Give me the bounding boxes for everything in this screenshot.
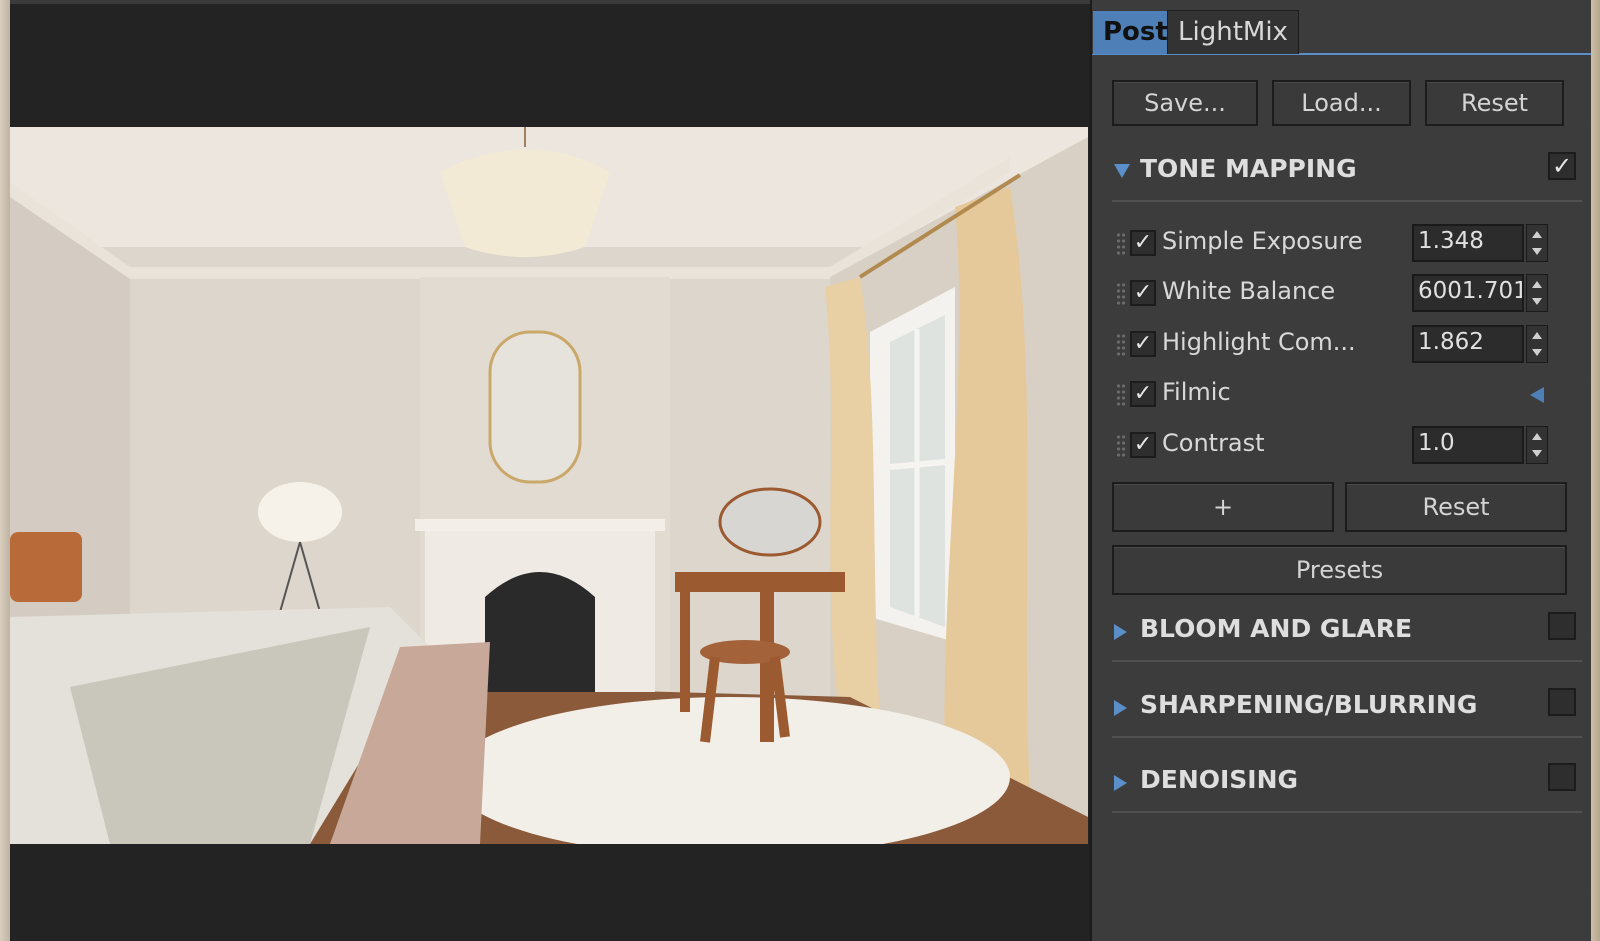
spinner-arrows-icon[interactable] bbox=[1526, 274, 1548, 312]
tone-mapping-title: TONE MAPPING bbox=[1140, 154, 1357, 183]
drag-handle-icon[interactable] bbox=[1116, 434, 1126, 458]
bloom-and-glare-enable-checkbox[interactable] bbox=[1548, 612, 1576, 640]
filmic-label: Filmic bbox=[1162, 378, 1231, 406]
viewport-left-edge bbox=[0, 0, 10, 941]
drag-handle-icon[interactable] bbox=[1116, 383, 1126, 407]
white-balance-value[interactable]: 6001.701 bbox=[1412, 274, 1524, 312]
sharpening-blurring-enable-checkbox[interactable] bbox=[1548, 688, 1576, 716]
spinner-arrows-icon[interactable] bbox=[1526, 426, 1548, 464]
denoising-header[interactable]: DENOISING bbox=[1112, 763, 1582, 813]
spinner-arrows-icon[interactable] bbox=[1526, 325, 1548, 363]
list-item-white-balance: ✓ White Balance 6001.701 bbox=[1112, 274, 1552, 314]
highlight-compression-label: Highlight Com... bbox=[1162, 328, 1356, 356]
white-balance-label: White Balance bbox=[1162, 277, 1336, 305]
contrast-spinner[interactable]: 1.0 bbox=[1412, 426, 1548, 464]
highlight-compression-checkbox[interactable]: ✓ bbox=[1130, 331, 1156, 357]
white-balance-spinner[interactable]: 6001.701 bbox=[1412, 274, 1548, 312]
load-button[interactable]: Load... bbox=[1272, 80, 1411, 126]
drag-handle-icon[interactable] bbox=[1116, 333, 1126, 357]
expand-triangle-icon[interactable] bbox=[1114, 700, 1127, 716]
render-viewport bbox=[0, 0, 1090, 941]
viewport-top-strip bbox=[10, 0, 1090, 4]
expand-triangle-icon[interactable] bbox=[1114, 624, 1127, 640]
panel-right-edge bbox=[1591, 0, 1600, 941]
bedroom-render-illustration bbox=[10, 127, 1088, 844]
simple-exposure-spinner[interactable]: 1.348 bbox=[1412, 224, 1548, 262]
tone-mapping-enable-checkbox[interactable]: ✓ bbox=[1548, 152, 1576, 180]
reset-top-button[interactable]: Reset bbox=[1425, 80, 1564, 126]
expand-triangle-icon[interactable] bbox=[1114, 775, 1127, 791]
denoising-title: DENOISING bbox=[1140, 765, 1299, 794]
simple-exposure-value[interactable]: 1.348 bbox=[1412, 224, 1524, 262]
list-item-simple-exposure: ✓ Simple Exposure 1.348 bbox=[1112, 224, 1552, 264]
white-balance-checkbox[interactable]: ✓ bbox=[1130, 280, 1156, 306]
bloom-and-glare-title: BLOOM AND GLARE bbox=[1140, 614, 1413, 643]
sharpening-blurring-header[interactable]: SHARPENING/BLURRING bbox=[1112, 688, 1582, 738]
contrast-label: Contrast bbox=[1162, 429, 1265, 457]
drag-handle-icon[interactable] bbox=[1116, 232, 1126, 256]
list-item-highlight-compression: ✓ Highlight Com... 1.862 bbox=[1112, 325, 1552, 365]
reset-tone-mapping-button[interactable]: Reset bbox=[1345, 482, 1567, 532]
contrast-value[interactable]: 1.0 bbox=[1412, 426, 1524, 464]
panel-tabbar: Post LightMix bbox=[1092, 0, 1592, 55]
tab-lightmix[interactable]: LightMix bbox=[1167, 10, 1299, 54]
highlight-compression-value[interactable]: 1.862 bbox=[1412, 325, 1524, 363]
post-processing-panel: Post LightMix Save... Load... Reset TONE… bbox=[1090, 0, 1600, 941]
sharpening-blurring-title: SHARPENING/BLURRING bbox=[1140, 690, 1478, 719]
presets-button[interactable]: Presets bbox=[1112, 545, 1567, 595]
filmic-checkbox[interactable]: ✓ bbox=[1130, 381, 1156, 407]
simple-exposure-checkbox[interactable]: ✓ bbox=[1130, 230, 1156, 256]
expand-left-arrow-icon[interactable] bbox=[1530, 387, 1544, 403]
bloom-and-glare-header[interactable]: BLOOM AND GLARE bbox=[1112, 612, 1582, 662]
list-item-filmic: ✓ Filmic bbox=[1112, 375, 1552, 415]
highlight-compression-spinner[interactable]: 1.862 bbox=[1412, 325, 1548, 363]
spinner-arrows-icon[interactable] bbox=[1526, 224, 1548, 262]
rendered-bedroom-image bbox=[10, 127, 1088, 844]
contrast-checkbox[interactable]: ✓ bbox=[1130, 432, 1156, 458]
add-operation-button[interactable]: + bbox=[1112, 482, 1334, 532]
list-item-contrast: ✓ Contrast 1.0 bbox=[1112, 426, 1552, 466]
collapse-triangle-icon[interactable] bbox=[1114, 164, 1130, 178]
drag-handle-icon[interactable] bbox=[1116, 282, 1126, 306]
save-button[interactable]: Save... bbox=[1112, 80, 1258, 126]
tab-post[interactable]: Post bbox=[1092, 10, 1179, 54]
denoising-enable-checkbox[interactable] bbox=[1548, 763, 1576, 791]
simple-exposure-label: Simple Exposure bbox=[1162, 227, 1363, 255]
tone-mapping-header[interactable]: TONE MAPPING ✓ bbox=[1112, 152, 1582, 202]
